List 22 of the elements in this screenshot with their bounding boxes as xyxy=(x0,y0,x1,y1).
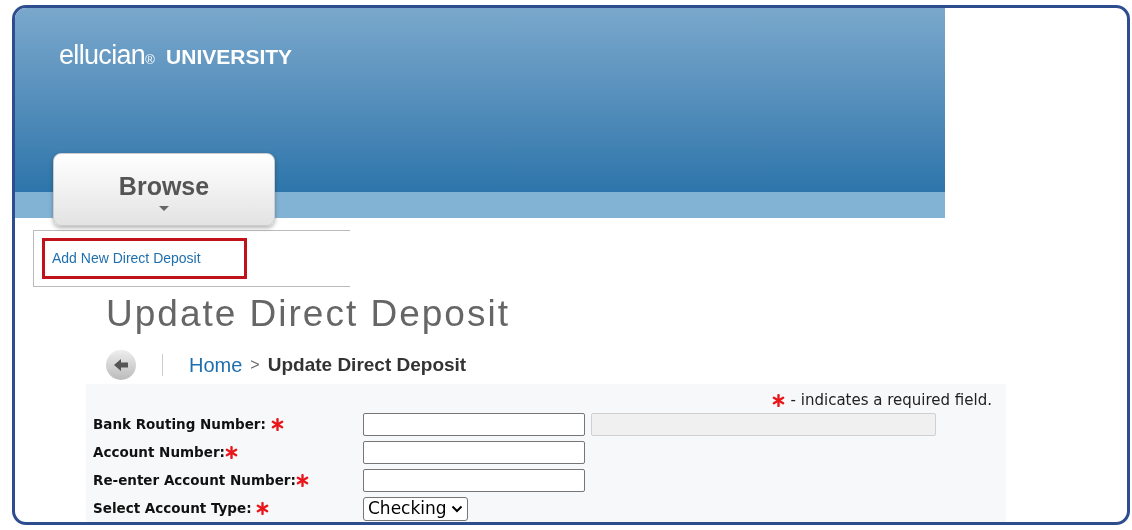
breadcrumb-current: Update Direct Deposit xyxy=(267,352,467,377)
add-direct-deposit-link[interactable]: Add New Direct Deposit xyxy=(42,238,247,279)
field-label: Account Number: xyxy=(93,442,225,462)
logo-text: ellucian® xyxy=(59,42,155,69)
left-arrow-icon xyxy=(113,358,129,372)
back-button[interactable] xyxy=(106,350,136,380)
text-field[interactable] xyxy=(363,440,585,464)
chevron-down-icon xyxy=(450,504,463,513)
page-title: Update Direct Deposit xyxy=(106,295,511,332)
home-link[interactable]: Home xyxy=(189,350,243,380)
required-note: - indicates a required field. xyxy=(790,390,992,411)
field-label: Bank Routing Number: xyxy=(93,414,267,434)
required-asterisk-icon xyxy=(771,393,785,407)
caret-icon xyxy=(159,205,169,211)
browse-menu-tab[interactable]: Browse xyxy=(53,153,275,226)
account-type-dropdown[interactable]: Checking xyxy=(363,496,468,521)
text-field[interactable] xyxy=(363,468,585,492)
logo-subtitle: UNIVERSITY xyxy=(166,46,293,67)
text-field[interactable] xyxy=(363,412,585,436)
field-label: Select Account Type: xyxy=(93,499,253,519)
field-label: Re-enter Account Number: xyxy=(93,470,296,490)
breadcrumb-separator: > xyxy=(250,355,260,375)
